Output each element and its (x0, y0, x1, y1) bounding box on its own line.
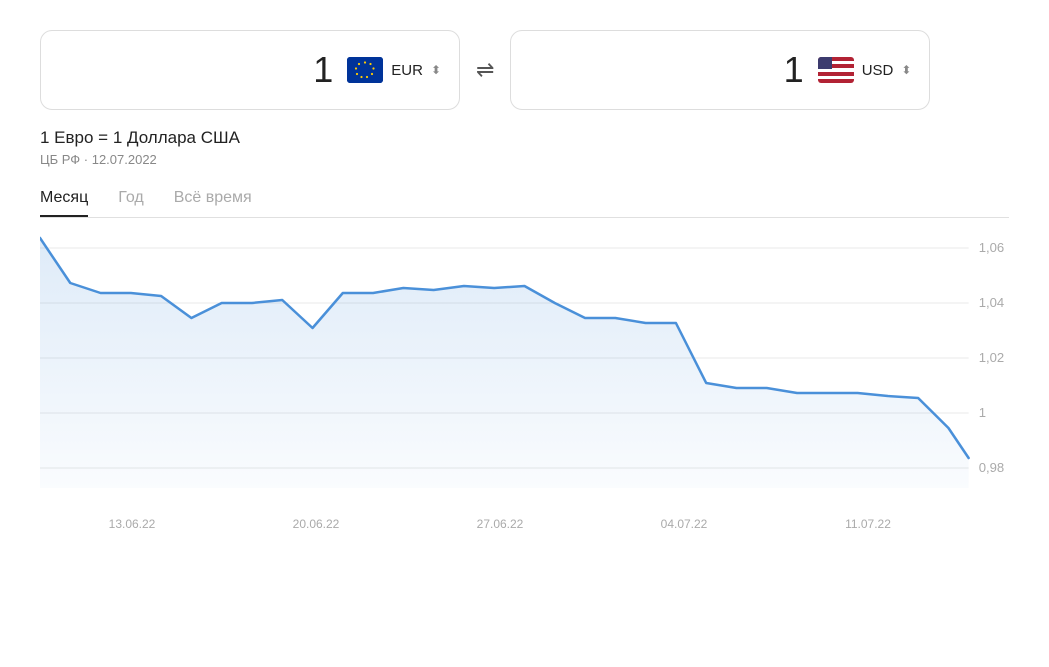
tab-alltime[interactable]: Всё время (174, 189, 252, 217)
from-currency-code: EUR (391, 62, 423, 79)
tab-month[interactable]: Месяц (40, 189, 88, 217)
rate-text: 1 Евро = 1 Доллара США (40, 128, 1009, 148)
eur-flag-icon (347, 57, 383, 83)
x-labels: 13.06.22 20.06.22 27.06.22 04.07.22 11.0… (40, 517, 960, 531)
from-currency-selector[interactable]: EUR ⬍ (347, 57, 441, 83)
svg-text:1,02: 1,02 (979, 350, 1005, 365)
to-currency-selector[interactable]: USD ⬍ (818, 57, 912, 83)
x-label-2: 27.06.22 (408, 517, 592, 531)
chart-svg: 1,06 1,04 1,02 1 0,98 (40, 228, 1009, 508)
svg-text:0,98: 0,98 (979, 460, 1005, 475)
swap-button[interactable]: ⇌ (476, 57, 494, 83)
to-currency-box[interactable]: 1 USD ⬍ (510, 30, 930, 110)
svg-text:1,04: 1,04 (979, 295, 1005, 310)
x-label-3: 04.07.22 (592, 517, 776, 531)
x-label-1: 20.06.22 (224, 517, 408, 531)
from-chevron-icon[interactable]: ⬍ (431, 64, 441, 76)
svg-text:1,06: 1,06 (979, 240, 1005, 255)
tab-year[interactable]: Год (118, 189, 143, 217)
source-text: ЦБ РФ · 12.07.2022 (40, 152, 1009, 167)
from-amount[interactable]: 1 (59, 49, 333, 91)
svg-text:1: 1 (979, 405, 986, 420)
from-currency-box[interactable]: 1 (40, 30, 460, 110)
usd-flag-icon (818, 57, 854, 83)
to-currency-code: USD (862, 62, 894, 79)
to-chevron-icon[interactable]: ⬍ (901, 64, 911, 76)
converter-row: 1 (40, 30, 1009, 110)
to-amount[interactable]: 1 (529, 49, 803, 91)
x-label-4: 11.07.22 (776, 517, 960, 531)
chart-area: 1,06 1,04 1,02 1 0,98 13.06.22 20.06.22 … (40, 228, 1009, 548)
tabs-row: Месяц Год Всё время (40, 189, 1009, 218)
x-label-0: 13.06.22 (40, 517, 224, 531)
